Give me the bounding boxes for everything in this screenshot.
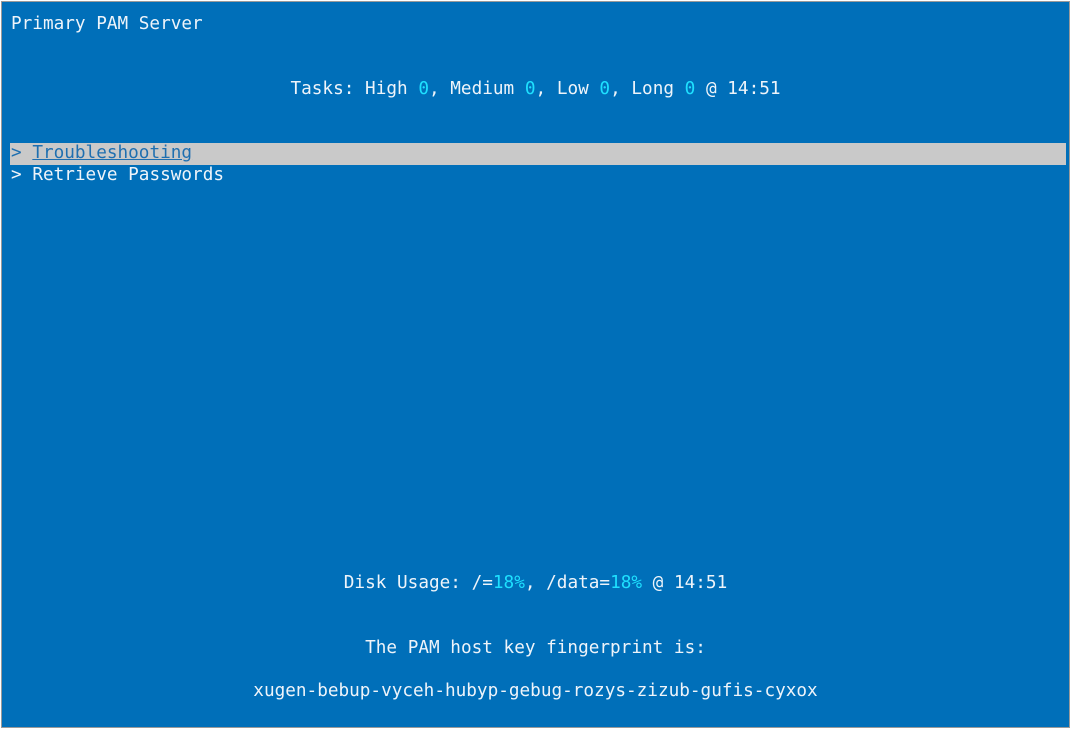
terminal-screen: Primary PAM Server Tasks: High 0, Medium… — [1, 1, 1070, 728]
chevron-right-icon: > — [11, 165, 22, 185]
chevron-right-icon: > — [11, 143, 22, 163]
disk-usage: Disk Usage: /=18%, /data=18% @ 14:51 — [343, 573, 728, 593]
server-title: Primary PAM Server — [11, 14, 203, 34]
fingerprint-label: The PAM host key fingerprint is: — [365, 638, 706, 658]
menu-item-retrieve-passwords[interactable]: > Retrieve Passwords — [2, 165, 1069, 187]
fingerprint-value: xugen-bebup-vyceh-hubyp-gebug-rozys-zizu… — [253, 681, 818, 701]
menu-item-troubleshooting[interactable]: > Troubleshooting — [10, 143, 1066, 165]
tasks-status: Tasks: High 0, Medium 0, Low 0, Long 0 @… — [290, 79, 781, 99]
